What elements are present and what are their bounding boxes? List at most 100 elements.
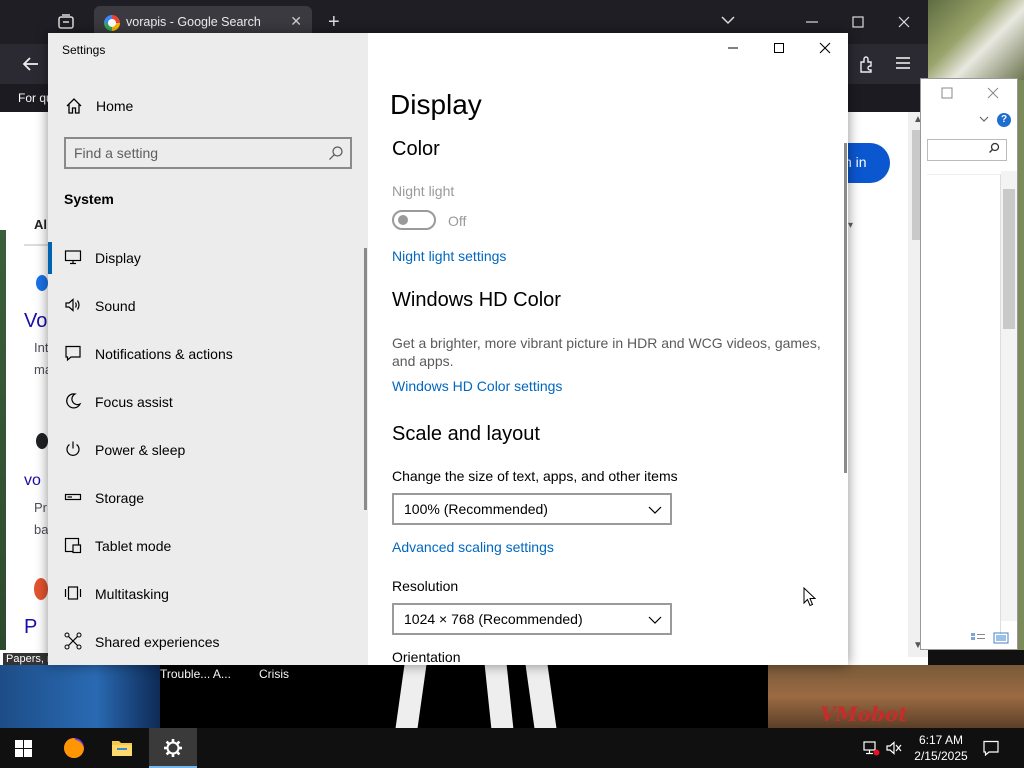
result-link-fragment[interactable]: P: [24, 616, 37, 639]
minimize-button[interactable]: [710, 37, 756, 61]
tablet-icon: [64, 537, 82, 554]
window-title: Settings: [62, 43, 106, 57]
sidebar-item-shared-experiences[interactable]: Shared experiences: [48, 618, 368, 665]
divider: [24, 244, 48, 246]
power-icon: [66, 441, 80, 456]
browser-tab-title: vorapis - Google Search: [126, 15, 261, 29]
network-icon[interactable]: [862, 739, 880, 757]
sidebar-item-label: Tablet mode: [95, 538, 172, 554]
taskbar: 6:17 AM 2/15/2025: [0, 728, 1024, 768]
section-heading-scale-layout: Scale and layout: [392, 423, 540, 445]
large-icons-view-icon[interactable]: [993, 631, 1009, 644]
clock-time: 6:17 AM: [918, 733, 964, 747]
github-favicon-icon: [36, 433, 48, 449]
content-scrollbar[interactable]: [844, 143, 847, 473]
sidebar-item-focus-assist[interactable]: Focus assist: [48, 378, 368, 426]
site-favicon-icon: [34, 578, 48, 600]
sidebar-item-display[interactable]: Display: [48, 234, 368, 282]
sidebar-item-label: Power & sleep: [95, 442, 186, 458]
find-setting-box[interactable]: [64, 137, 352, 169]
action-center-icon[interactable]: [982, 739, 1000, 757]
page-text-fragment: ba: [34, 522, 49, 537]
shared-experiences-icon: [64, 632, 82, 650]
sidebar-item-label: Notifications & actions: [95, 346, 233, 362]
chevron-down-icon: [648, 506, 662, 514]
multitasking-icon: [64, 586, 82, 600]
explorer-scrollbar-thumb[interactable]: [1003, 189, 1015, 329]
tab-list-icon[interactable]: [57, 13, 75, 31]
settings-content-pane: Display Color Night light Off Night ligh…: [368, 33, 848, 665]
section-heading-hd-color: Windows HD Color: [392, 289, 561, 311]
taskbar-settings[interactable]: [149, 728, 197, 768]
google-favicon-icon: [104, 15, 120, 31]
night-light-toggle[interactable]: [392, 210, 436, 230]
toggle-knob: [398, 215, 408, 225]
nav-home-label: Home: [96, 98, 134, 114]
moon-icon: [66, 393, 82, 409]
volume-muted-icon[interactable]: [885, 739, 903, 757]
sidebar-item-notifications[interactable]: Notifications & actions: [48, 330, 368, 378]
page-text-fragment: Pr: [34, 500, 47, 515]
close-icon[interactable]: [897, 15, 911, 29]
advanced-scaling-link[interactable]: Advanced scaling settings: [392, 539, 554, 555]
result-link-fragment[interactable]: Vo: [24, 310, 47, 333]
scale-dropdown[interactable]: 100% (Recommended): [392, 493, 672, 525]
menu-icon[interactable]: [895, 56, 911, 70]
sidebar-item-label: Shared experiences: [95, 634, 220, 650]
night-light-state: Off: [448, 213, 467, 229]
nav-home[interactable]: Home: [48, 87, 368, 125]
help-icon[interactable]: ?: [997, 113, 1011, 127]
maximize-button[interactable]: [756, 37, 802, 61]
close-button[interactable]: [802, 37, 848, 61]
explorer-search-box[interactable]: [927, 139, 1007, 161]
selection-indicator: [48, 242, 52, 274]
sidebar-item-tablet-mode[interactable]: Tablet mode: [48, 522, 368, 570]
close-icon: [819, 42, 831, 54]
maximize-icon[interactable]: [851, 15, 865, 29]
sidebar-item-label: Sound: [95, 298, 136, 314]
desktop-icon-label[interactable]: Trouble... A...: [160, 667, 231, 681]
close-tab-icon[interactable]: ✕: [290, 13, 302, 30]
explorer-content-pane: [927, 174, 1001, 634]
start-button[interactable]: [0, 728, 48, 768]
sidebar-item-sound[interactable]: Sound: [48, 282, 368, 330]
mouse-cursor-icon: [803, 587, 817, 607]
page-text-fragment: Int: [34, 340, 49, 355]
search-icon: [989, 142, 1000, 153]
home-icon: [66, 98, 82, 114]
result-link-fragment[interactable]: vo: [24, 472, 41, 490]
maximize-icon[interactable]: [941, 87, 953, 99]
nav-scrollbar[interactable]: [364, 248, 367, 510]
gear-icon: [164, 739, 182, 757]
details-view-icon[interactable]: [970, 631, 986, 643]
dropdown-caret-icon[interactable]: ▾: [848, 220, 853, 231]
orientation-label: Orientation: [392, 649, 461, 665]
sidebar-item-storage[interactable]: Storage: [48, 474, 368, 522]
desktop-icon-label[interactable]: Crisis: [259, 667, 289, 681]
site-favicon-icon: [36, 275, 48, 291]
taskbar-file-explorer[interactable]: [98, 728, 146, 768]
sidebar-item-label: Storage: [95, 490, 145, 506]
sidebar-item-label: Focus assist: [95, 394, 173, 410]
search-icon[interactable]: [328, 145, 344, 161]
taskbar-firefox[interactable]: [50, 728, 98, 768]
chevron-down-icon[interactable]: [979, 115, 989, 123]
taskbar-clock[interactable]: 6:17 AM 2/15/2025: [906, 732, 976, 764]
back-arrow-icon[interactable]: [22, 56, 40, 72]
sidebar-item-power-sleep[interactable]: Power & sleep: [48, 426, 368, 474]
resolution-dropdown[interactable]: 1024 × 768 (Recommended): [392, 603, 672, 635]
sidebar-item-multitasking[interactable]: Multitasking: [48, 570, 368, 618]
extensions-icon[interactable]: [858, 55, 876, 73]
explorer-window: ?: [920, 78, 1018, 650]
night-light-settings-link[interactable]: Night light settings: [392, 248, 506, 264]
minimize-icon: [728, 47, 738, 49]
minimize-icon[interactable]: [805, 15, 819, 29]
page-title: Display: [390, 89, 482, 120]
hd-color-settings-link[interactable]: Windows HD Color settings: [392, 378, 562, 394]
chevron-down-icon[interactable]: [721, 15, 735, 25]
nav-section-header: System: [64, 191, 114, 207]
new-tab-icon[interactable]: +: [328, 11, 340, 34]
find-setting-input[interactable]: [74, 144, 314, 162]
close-icon[interactable]: [987, 87, 999, 99]
status-text-fragment: Papers, r: [3, 653, 54, 665]
